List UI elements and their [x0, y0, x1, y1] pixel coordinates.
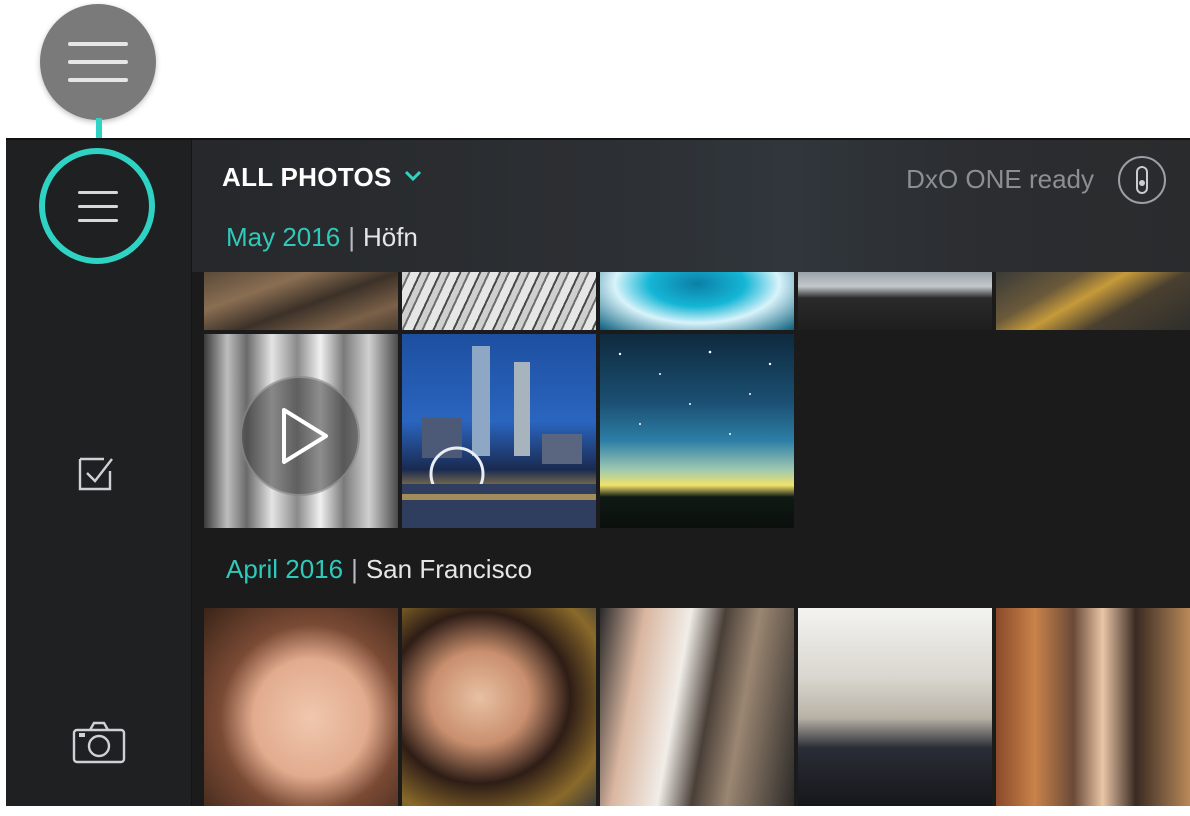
dxo-one-camera-icon-lens: [1139, 180, 1145, 186]
section-header-april: April 2016 | San Francisco: [226, 554, 532, 585]
camera-icon[interactable]: [72, 720, 126, 764]
city-skyline-graphic: [402, 346, 596, 528]
photo-thumbnail[interactable]: [798, 608, 992, 806]
section-date: April 2016: [226, 554, 344, 584]
section-place: Höfn: [362, 222, 418, 252]
section-date: May 2016: [226, 222, 341, 252]
section-separator: |: [351, 554, 358, 584]
menu-button[interactable]: [39, 148, 155, 264]
app-screen: ALL PHOTOS DxO ONE ready May 2016|Höfn: [6, 138, 1190, 806]
dxo-one-camera-icon[interactable]: [1118, 156, 1166, 204]
top-bar: ALL PHOTOS DxO ONE ready May 2016 | Höfn: [192, 140, 1190, 272]
photo-thumbnail[interactable]: [402, 334, 596, 528]
camera-status-text: DxO ONE ready: [906, 164, 1094, 194]
section-place: San Francisco: [365, 554, 533, 584]
photo-thumbnail[interactable]: [204, 608, 398, 806]
section-separator: |: [348, 222, 355, 252]
photo-thumbnail[interactable]: [996, 272, 1190, 330]
play-button[interactable]: [240, 376, 360, 496]
photo-thumbnail[interactable]: [600, 334, 794, 528]
photo-thumbnail[interactable]: [402, 272, 596, 330]
sidebar: [6, 140, 192, 806]
hamburger-menu-icon-line: [78, 219, 118, 222]
photo-thumbnail[interactable]: [402, 608, 596, 806]
section-header-may: May 2016 | Höfn: [226, 222, 418, 253]
callout-menu-icon: [40, 4, 156, 120]
all-photos-dropdown[interactable]: ALL PHOTOS: [222, 162, 392, 193]
photo-thumbnail[interactable]: [204, 272, 398, 330]
hamburger-menu-icon-line: [78, 205, 118, 208]
chevron-down-icon[interactable]: [404, 170, 422, 182]
video-thumbnail[interactable]: [204, 334, 398, 528]
starry-sky-graphic: [618, 350, 772, 435]
photo-thumbnail[interactable]: [996, 608, 1190, 806]
photo-library: ALL PHOTOS DxO ONE ready May 2016|Höfn: [192, 140, 1190, 806]
photo-thumbnail[interactable]: [600, 272, 794, 330]
hamburger-menu-icon: [78, 191, 118, 194]
checkbox-select-icon[interactable]: [76, 453, 116, 493]
photo-thumbnail[interactable]: [798, 272, 992, 330]
photo-thumbnail[interactable]: [600, 608, 794, 806]
play-icon: [282, 408, 328, 464]
